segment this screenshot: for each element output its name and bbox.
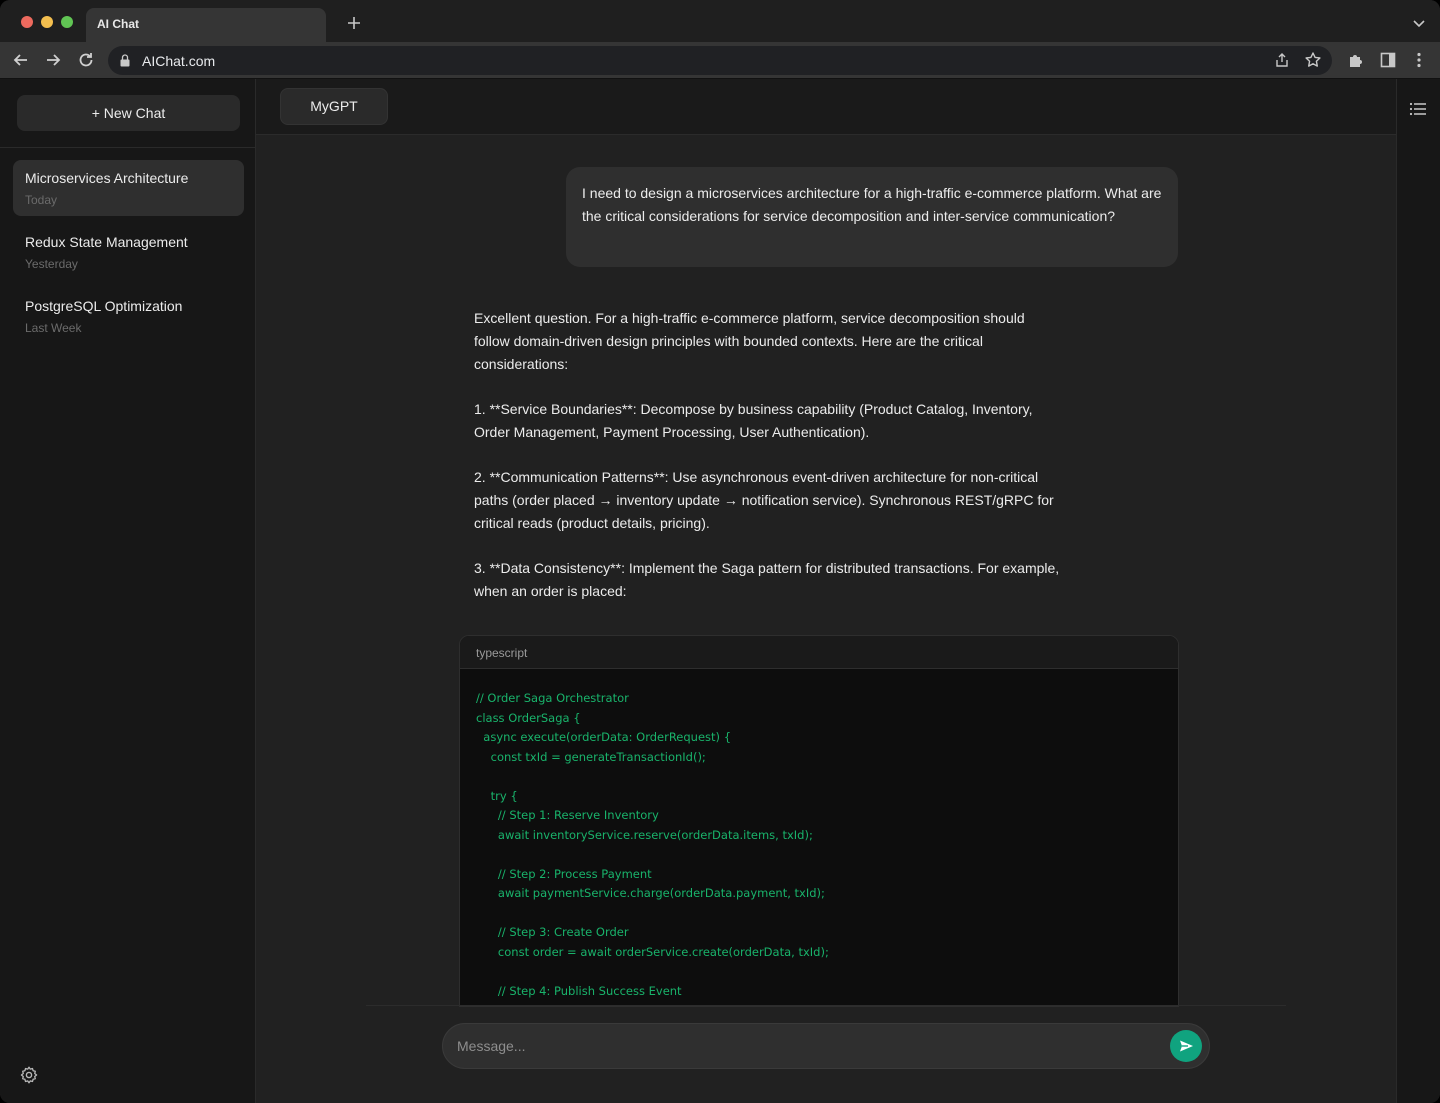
model-selector-button[interactable]: MyGPT <box>280 88 388 125</box>
arrow-left-icon <box>13 54 27 66</box>
plus-icon <box>348 17 360 29</box>
code-language-label: typescript <box>476 646 528 660</box>
minimize-window-button[interactable] <box>41 16 53 28</box>
browser-tab[interactable]: AI Chat <box>86 8 326 42</box>
close-window-button[interactable] <box>21 16 33 28</box>
url-text: AIChat.com <box>142 53 216 69</box>
message-composer <box>442 1023 1210 1069</box>
assistant-paragraph: 1. **Service Boundaries**: Decompose by … <box>474 401 1033 440</box>
reload-icon <box>79 53 93 67</box>
message-input[interactable] <box>457 1035 1157 1057</box>
gear-icon[interactable] <box>19 1065 39 1085</box>
browser-toolbar: AIChat.com <box>0 42 1440 79</box>
composer-divider <box>366 1005 1286 1006</box>
star-icon[interactable] <box>1304 51 1322 69</box>
chat-main: MyGPT I need to design a microservices a… <box>256 79 1396 1103</box>
back-button[interactable] <box>11 50 31 70</box>
sidebar-chat-postgresql[interactable]: PostgreSQL Optimization Last Week <box>13 288 244 344</box>
user-message: I need to design a microservices archite… <box>566 167 1178 267</box>
puzzle-icon[interactable] <box>1347 51 1365 69</box>
arrow-right-icon <box>47 54 61 66</box>
chat-date: Last Week <box>25 321 82 335</box>
reload-button[interactable] <box>76 50 96 70</box>
assistant-message: Excellent question. For a high-traffic e… <box>474 307 1064 625</box>
chat-title: PostgreSQL Optimization <box>25 298 183 314</box>
side-panel-icon[interactable] <box>1379 51 1397 69</box>
browser-window: AI Chat AIChat.com + New Chat Microservi… <box>0 0 1440 1103</box>
chat-title: Redux State Management <box>25 234 188 250</box>
tab-title: AI Chat <box>97 17 139 31</box>
zoom-window-button[interactable] <box>61 16 73 28</box>
sidebar: + New Chat Microservices Architecture To… <box>0 79 256 1103</box>
tab-bar: AI Chat <box>0 0 1440 42</box>
send-button[interactable] <box>1170 1030 1202 1062</box>
forward-button[interactable] <box>43 50 63 70</box>
code-block: typescript // Order Saga Orchestrator cl… <box>459 635 1179 1007</box>
tab-search-button[interactable] <box>1412 16 1426 30</box>
right-rail <box>1396 79 1440 1103</box>
kebab-menu-icon[interactable] <box>1410 51 1428 69</box>
chat-header: MyGPT <box>256 79 1396 135</box>
address-bar[interactable]: AIChat.com <box>108 46 1332 75</box>
chat-date: Today <box>25 193 58 207</box>
new-tab-button[interactable] <box>344 13 364 33</box>
share-icon[interactable] <box>1274 52 1290 68</box>
send-icon <box>1180 1040 1193 1052</box>
new-chat-button[interactable]: + New Chat <box>17 95 240 131</box>
lock-icon <box>120 54 130 67</box>
sidebar-chat-microservices[interactable]: Microservices Architecture Today <box>13 160 244 216</box>
chat-date: Yesterday <box>25 257 78 271</box>
chat-app: + New Chat Microservices Architecture To… <box>0 79 1440 1103</box>
code-content: // Order Saga Orchestrator class OrderSa… <box>476 691 829 998</box>
assistant-paragraph: Excellent question. For a high-traffic e… <box>474 310 1025 372</box>
chat-title: Microservices Architecture <box>25 170 189 186</box>
list-icon[interactable] <box>1409 101 1427 117</box>
assistant-paragraph: 3. **Data Consistency**: Implement the S… <box>474 560 1060 599</box>
code-block-header: typescript <box>460 636 1178 669</box>
sidebar-chat-redux[interactable]: Redux State Management Yesterday <box>13 224 244 280</box>
sidebar-header: + New Chat <box>0 79 255 148</box>
chevron-down-icon <box>1413 20 1425 28</box>
assistant-paragraph: 2. **Communication Patterns**: Use async… <box>474 469 1054 531</box>
